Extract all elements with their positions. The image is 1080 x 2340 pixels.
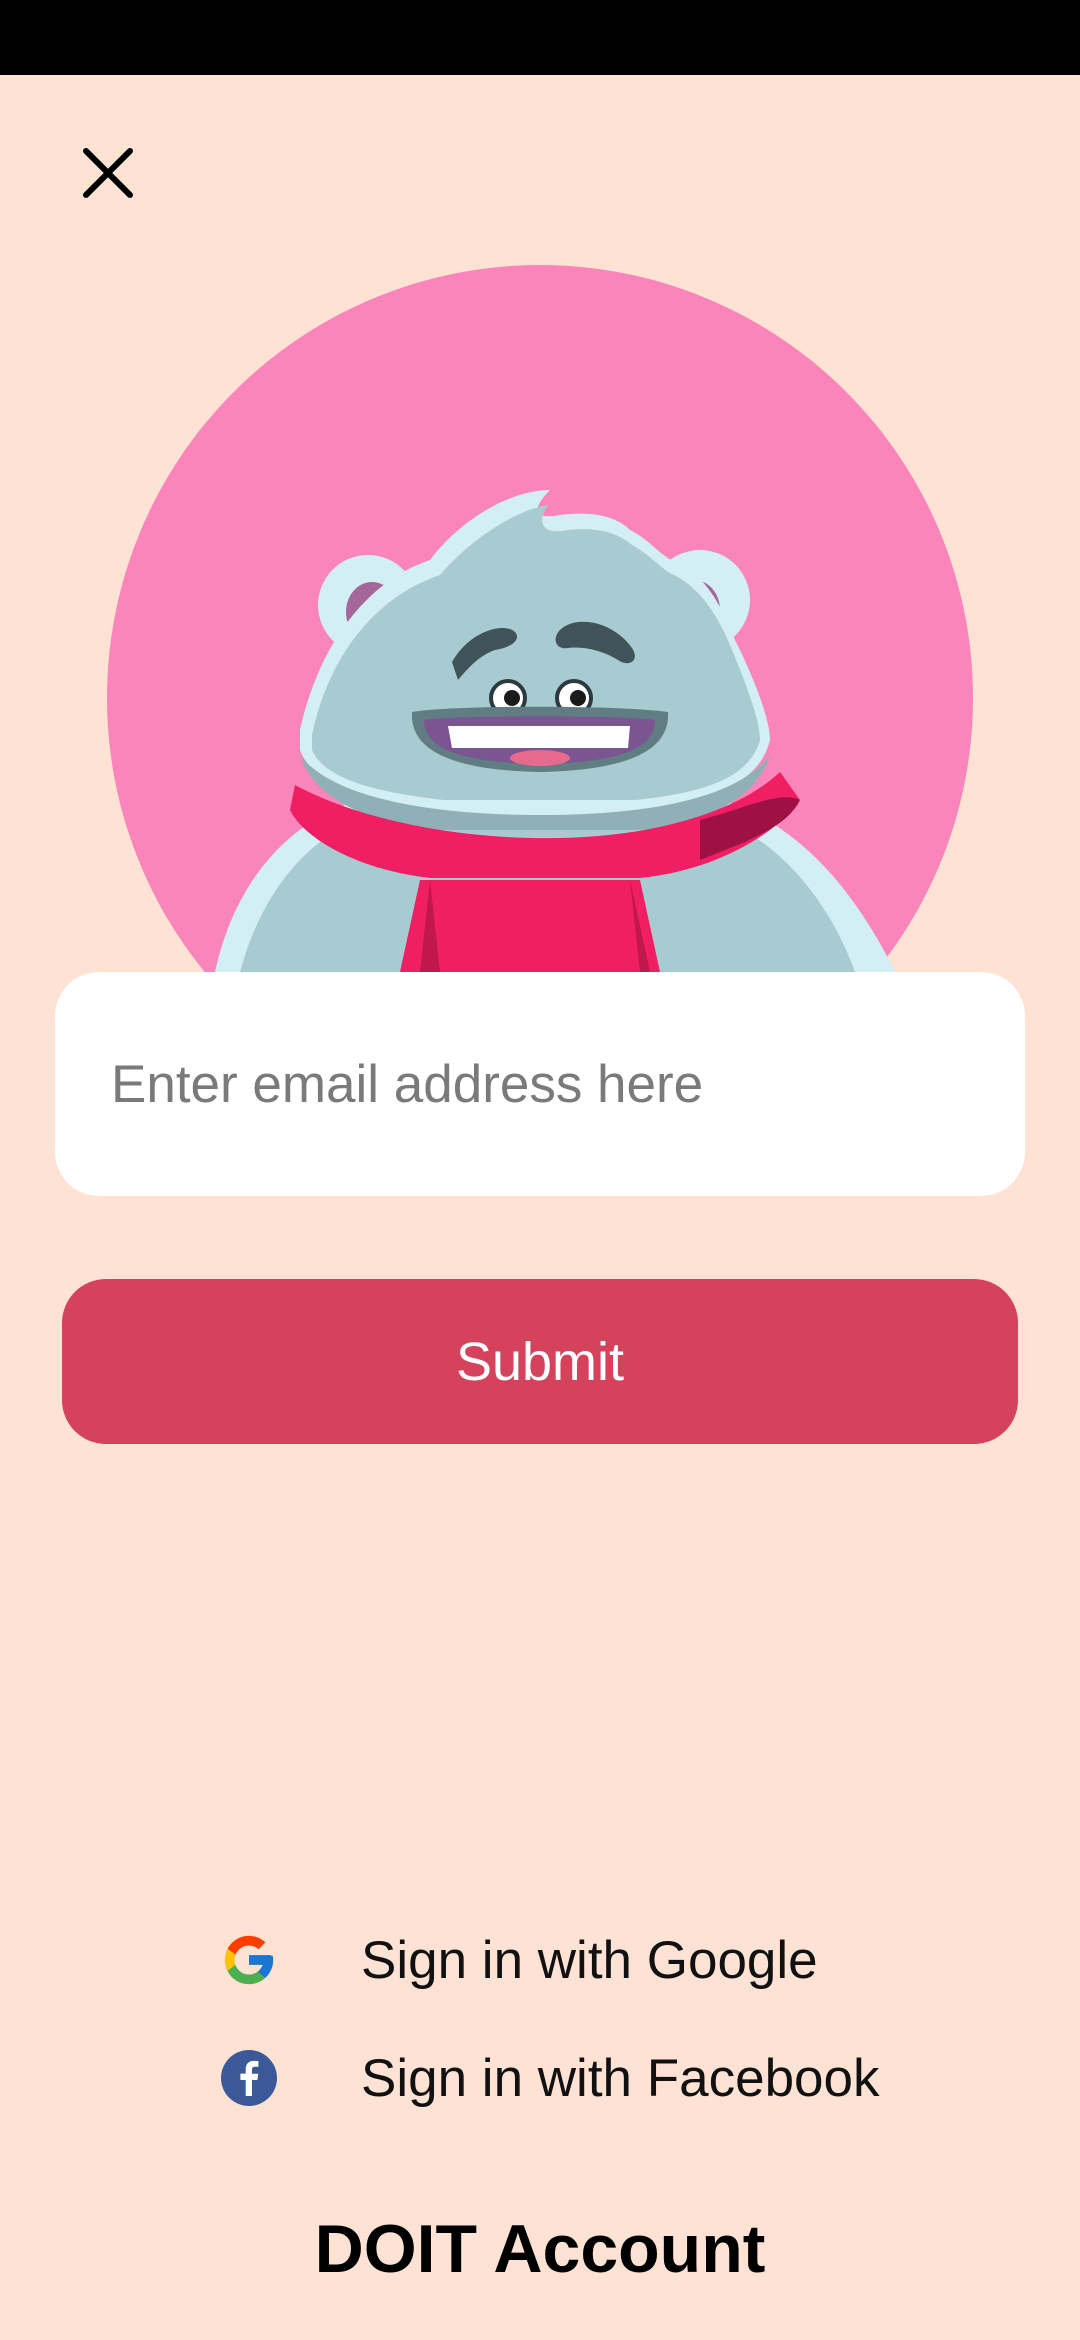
close-icon xyxy=(82,147,133,198)
email-field[interactable] xyxy=(55,972,1025,1196)
google-sign-in-label: Sign in with Google xyxy=(361,1930,818,1990)
facebook-sign-in-label: Sign in with Facebook xyxy=(361,2048,880,2108)
bear-mascot xyxy=(215,490,895,972)
account-title: DOIT Account xyxy=(314,2211,766,2287)
sign-in-google-button[interactable]: Sign in with Google xyxy=(220,1915,818,2005)
hero-illustration xyxy=(0,0,1080,972)
sign-in-facebook-button[interactable]: Sign in with Facebook xyxy=(220,2033,880,2123)
email-input[interactable] xyxy=(55,972,1025,1196)
facebook-icon xyxy=(220,2049,278,2107)
close-button[interactable] xyxy=(70,135,145,210)
google-icon xyxy=(220,1931,278,1989)
submit-button[interactable]: Submit xyxy=(62,1279,1018,1444)
